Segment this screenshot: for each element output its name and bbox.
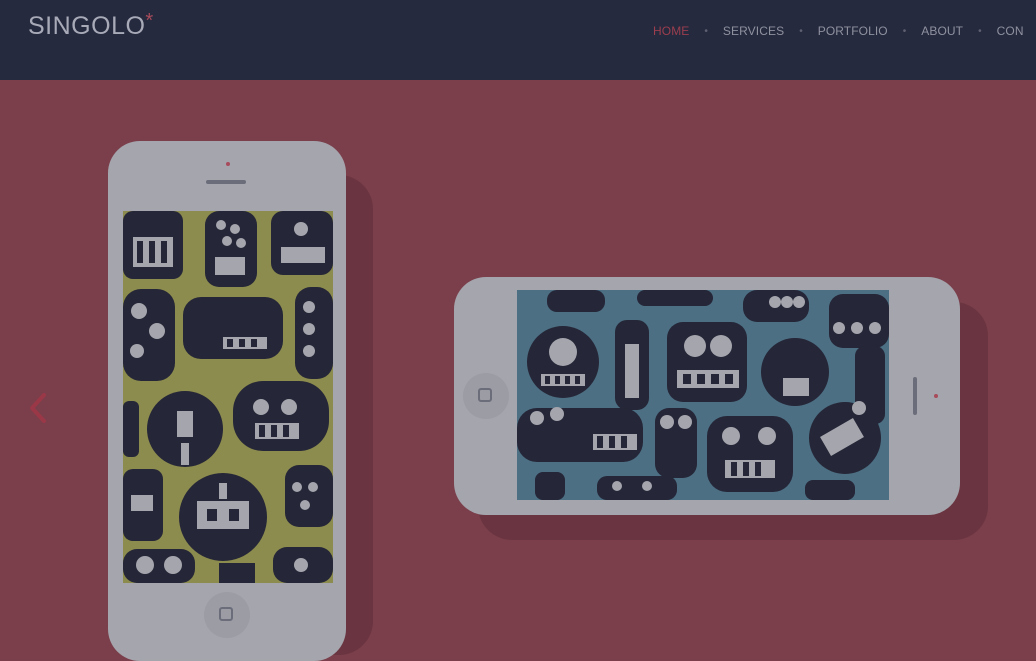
horizontal-phone-screen [517,290,889,500]
logo[interactable]: SINGOLO* [28,10,154,41]
nav-link-services[interactable]: SERVICES [723,24,784,38]
nav-link-about[interactable]: ABOUT [921,24,963,38]
home-button [463,373,509,419]
nav-separator: • [704,25,708,37]
chevron-left-icon[interactable] [27,393,51,423]
nav-link-home[interactable]: HOME [653,24,689,38]
horizontal-phone [454,277,960,515]
home-button [204,592,250,638]
nav-link-contact[interactable]: CON [997,24,1024,38]
logo-text: SINGOLO [28,12,146,40]
phone-camera [934,394,938,398]
logo-star-mark: * [145,10,154,32]
main-nav: HOME • SERVICES • PORTFOLIO • ABOUT • CO… [653,23,1024,39]
site-header: SINGOLO* HOME • SERVICES • PORTFOLIO • A… [0,0,1036,80]
phone-speaker [206,180,246,184]
vertical-phone-screen [123,211,333,583]
nav-separator: • [799,25,803,37]
nav-link-portfolio[interactable]: PORTFOLIO [818,24,888,38]
nav-separator: • [978,25,982,37]
nav-separator: • [902,25,907,37]
phone-camera [226,162,230,166]
phone-speaker [913,377,917,415]
vertical-phone [108,141,346,661]
